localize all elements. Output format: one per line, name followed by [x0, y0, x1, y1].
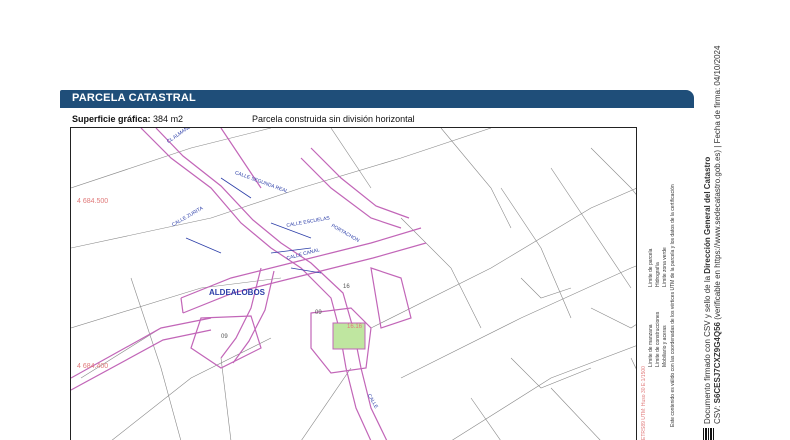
parcel-number: 16.16: [347, 324, 363, 330]
legend-item: Límite de manzana: [648, 324, 654, 367]
signature-line-2: CSV: S6CESJ7CXZ9G4Q56 (verificable en ht…: [713, 45, 722, 424]
legend-item: Límite de construcciones: [655, 311, 661, 367]
issuer: Dirección General del Catastro: [703, 156, 712, 274]
map-legend: ETRS89 UTM: Huso 30 E:1/1500 Límite de m…: [636, 127, 682, 440]
legend-item: Límite de parcela: [648, 248, 654, 287]
legend-item: Hidrografía: [655, 262, 661, 287]
cadastral-map[interactable]: 4 684.500 4 684.400 ALDEALOBOS CL ALMANZ…: [70, 127, 682, 440]
legend-note: Este contenido es válido con las coorden…: [670, 184, 676, 427]
map-drawing: [71, 128, 681, 440]
parcel-note: Parcela construida sin división horizont…: [252, 114, 415, 124]
lot-label: 16: [343, 284, 350, 290]
surface-label: Superficie gráfica:: [72, 114, 151, 124]
surface-value: 384 m2: [153, 114, 184, 124]
csv-code: S6CESJ7CXZ9G4Q56: [713, 322, 722, 404]
lot-label: 09: [221, 334, 228, 340]
town-label: ALDEALOBOS: [209, 288, 265, 297]
barcode: [703, 428, 715, 440]
legend-item: Límite zona verde: [662, 247, 668, 287]
section-title: PARCELA CATASTRAL: [72, 92, 196, 104]
surface-area: Superficie gráfica: 384 m2: [72, 114, 183, 124]
legend-item: Mobiliario y aceras: [662, 325, 668, 367]
lot-label: 09: [315, 310, 322, 316]
coordinate-top: 4 684.500: [77, 198, 109, 205]
signature-line-1: Documento firmado con CSV y sello de la …: [703, 156, 712, 424]
scale-label: ETRS89 UTM: Huso 30 E:1/1500: [641, 366, 647, 440]
coordinate-bottom: 4 684.400: [77, 363, 109, 370]
